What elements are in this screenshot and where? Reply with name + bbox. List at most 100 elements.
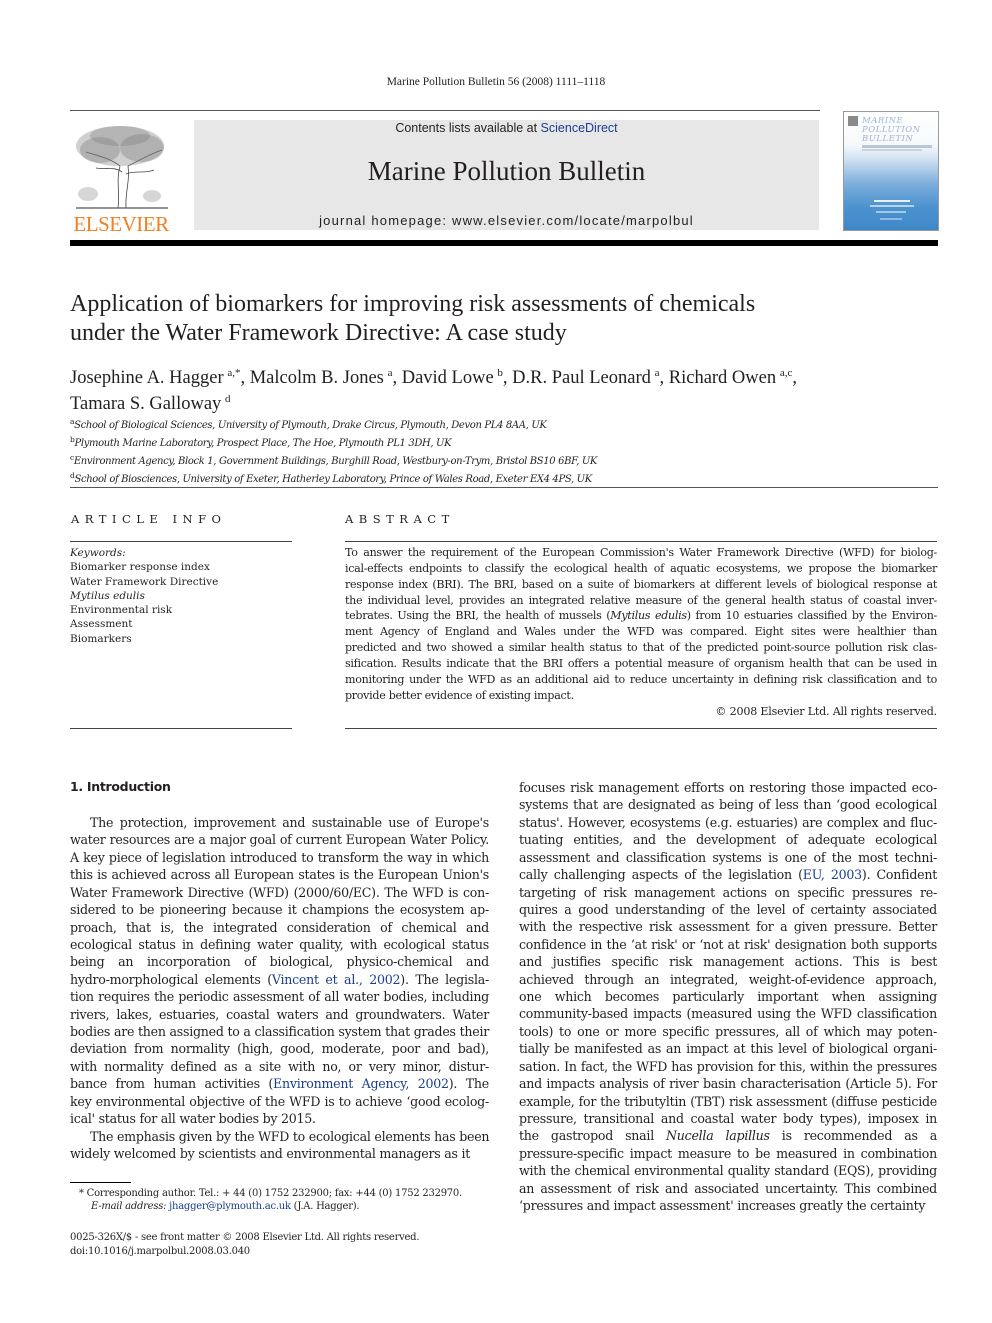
text-line: the individual level, provides an integr…: [345, 593, 937, 607]
section-heading-introduction: 1. Introduction: [70, 779, 171, 794]
author[interactable]: David Lowe b: [402, 367, 503, 388]
journal-title: Marine Pollution Bulletin: [367, 156, 646, 186]
text-line: tially be manifested as an impact at thi…: [519, 1041, 937, 1057]
text-line: provide better evidence of existing impa…: [345, 688, 574, 702]
text-line: ical-effects endpoints to classify the e…: [345, 561, 937, 575]
journal-cover-image[interactable]: MARINE POLLUTION BULLETIN: [843, 111, 939, 231]
text-line: being an incorporation of biological, ph…: [70, 954, 489, 970]
cover-subtitle-bar: [862, 145, 932, 148]
title-line: Application of biomarkers for improving …: [70, 291, 756, 317]
text-line: tuating entities, and the development of…: [519, 832, 937, 848]
text-line: pressure, transitional and coastal water…: [519, 1110, 937, 1126]
contents-prefix: Contents lists available at: [395, 121, 541, 135]
header-rule: [70, 110, 820, 111]
contents-line: Contents lists available at ScienceDirec…: [194, 121, 819, 135]
keyword: Biomarkers: [70, 632, 132, 645]
text-line: community-based impacts (measured using …: [519, 1006, 937, 1022]
author[interactable]: Tamara S. Galloway d: [70, 393, 231, 414]
doi-link[interactable]: doi:10.1016/j.marpolbul.2008.03.040: [70, 1245, 250, 1259]
corresponding-author-note: * Corresponding author. Tel.: + 44 (0) 1…: [79, 1188, 462, 1199]
abstract-rule: [345, 541, 937, 542]
citation-link[interactable]: Vincent et al., 2002: [272, 972, 401, 987]
text-line: To answer the requirement of the Europea…: [345, 546, 937, 559]
text-line: ‘pressures and impact assessment' increa…: [519, 1198, 926, 1214]
abstract-rule: [345, 728, 937, 729]
affiliation: cEnvironment Agency, Block 1, Government…: [70, 453, 598, 467]
text-line: and justifies specific risk management a…: [519, 954, 937, 970]
cover-water-shine: [880, 218, 902, 220]
cover-publisher-icon: [848, 116, 858, 126]
text-line: example, for the tributyltin (TBT) risk …: [519, 1093, 937, 1109]
text-line: sidered to be pioneering because it cham…: [70, 902, 489, 918]
sciencedirect-link[interactable]: ScienceDirect: [541, 121, 618, 135]
email-link[interactable]: jhagger@plymouth.ac.uk: [169, 1201, 291, 1212]
text-line: pressure-specific impact measure to be m…: [519, 1145, 937, 1161]
text-line: one which becomes particularly important…: [519, 989, 937, 1005]
text-line: an assessment of risk and associated unc…: [519, 1180, 937, 1196]
text-line: assessment and classification systems is…: [519, 849, 937, 865]
text-line: and impacts analysis of river basin char…: [519, 1076, 937, 1092]
text-line: this is achieved across all European sta…: [70, 867, 489, 883]
cover-water-shine: [874, 200, 910, 202]
text-line: A key piece of legislation introduced to…: [70, 849, 489, 865]
elsevier-tree-icon: [76, 126, 168, 209]
text-line: targeting of risk management actions on …: [519, 884, 937, 900]
author[interactable]: Josephine A. Hagger a,*: [70, 367, 240, 388]
text-line: hydro-morphological elements (Vincent et…: [70, 971, 489, 987]
header-thick-rule: [70, 240, 938, 246]
journal-banner: Contents lists available at ScienceDirec…: [194, 120, 819, 230]
text-line: rivers, lakes, estuaries, coastal waters…: [70, 1006, 489, 1022]
text-line: the gastropod snail Nucella lapillus is …: [519, 1128, 937, 1144]
text-line: with normality defined as a site with no…: [70, 1058, 489, 1074]
text-line: predicted and two showed a similar healt…: [345, 641, 937, 655]
keyword: Environmental risk: [70, 604, 173, 617]
italic-term: Nucella lapillus: [666, 1128, 770, 1144]
text-line: bance from human activities (Environment…: [70, 1076, 489, 1092]
affiliation: bPlymouth Marine Laboratory, Prospect Pl…: [70, 435, 452, 449]
author[interactable]: D.R. Paul Leonard a: [512, 367, 659, 388]
text-line: quires a good understanding of the level…: [519, 901, 937, 917]
text-line: sation. In fact, the WFD has provision f…: [519, 1058, 937, 1074]
abstract-heading: ABSTRACT: [345, 512, 455, 526]
italic-term: Mytilus edulis: [610, 609, 687, 623]
section-divider: [70, 487, 938, 488]
running-head: Marine Pollution Bulletin 56 (2008) 1111…: [386, 76, 606, 88]
article-info-rule: [70, 728, 292, 729]
article-info-rule: [70, 541, 292, 542]
email-note: E-mail address: jhagger@plymouth.ac.uk (…: [91, 1201, 360, 1212]
author[interactable]: Malcolm B. Jones a: [250, 367, 393, 388]
text-line: confidence in the ‘at risk' or ‘not at r…: [519, 936, 937, 952]
issn-line: 0025-326X/$ - see front matter © 2008 El…: [70, 1232, 420, 1243]
text-line: ecological status in defining water qual…: [70, 936, 489, 952]
text-line: water resources are a major goal of curr…: [70, 832, 489, 848]
keyword: Biomarker response index: [70, 561, 210, 574]
text-line: with the respective risk assessment for …: [519, 919, 937, 935]
journal-homepage-link[interactable]: journal homepage: www.elsevier.com/locat…: [194, 213, 819, 228]
text-line: achieved through an integrated, weight-o…: [519, 971, 937, 987]
cover-subtitle-bar: [862, 149, 922, 151]
footnote-rule: [70, 1182, 131, 1183]
title-line: under the Water Framework Directive: A c…: [70, 320, 567, 346]
text-line: bodies are then assigned to a classifica…: [70, 1024, 489, 1040]
keyword: Assessment: [70, 618, 133, 631]
cover-water-shine: [876, 211, 906, 213]
text-line: The emphasis given by the WFD to ecologi…: [90, 1128, 490, 1144]
text-line: with the chemical environmental quality …: [519, 1163, 937, 1179]
text-line: systems that are designated as being of …: [519, 797, 937, 813]
author[interactable]: Richard Owen a,c: [669, 367, 793, 388]
author-list: Josephine A. Hagger a,*, Malcolm B. Jone…: [70, 367, 797, 414]
keyword: Water Framework Directive: [70, 575, 219, 588]
elsevier-logo[interactable]: ELSEVIER: [70, 122, 172, 236]
text-line: response index (BRI). The BRI, based on …: [345, 577, 937, 591]
affiliations: aSchool of Biological Sciences, Universi…: [70, 415, 940, 487]
text-line: tools) to one or more specific pressures…: [519, 1023, 937, 1039]
text-line: tebrates. Using the BRI, the health of m…: [345, 609, 937, 623]
cover-water-shine: [870, 205, 914, 207]
citation-link[interactable]: EU, 2003: [803, 867, 862, 882]
text-line: ment Agency of England and Wales under t…: [345, 625, 937, 639]
article-title: Application of biomarkers for improving …: [70, 290, 940, 348]
text-line: status'. However, ecosystems (e.g. estua…: [519, 814, 937, 830]
citation-link[interactable]: Environment Agency, 2002: [273, 1076, 449, 1091]
affiliation: dSchool of Biosciences, University of Ex…: [70, 471, 592, 485]
keyword: Mytilus edulis: [70, 589, 145, 602]
